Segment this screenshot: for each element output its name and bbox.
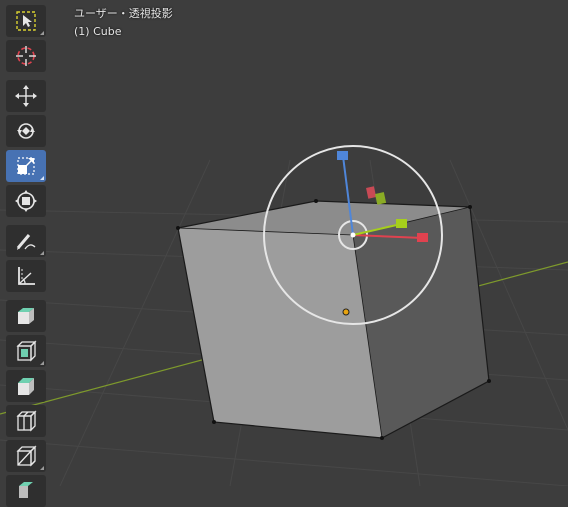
transform-icon	[15, 190, 37, 212]
add-cube-tool[interactable]	[6, 300, 46, 332]
origin-point	[342, 308, 350, 316]
tool-options-corner	[40, 251, 44, 255]
inset-tool[interactable]	[6, 370, 46, 402]
move-tool[interactable]	[6, 80, 46, 112]
gizmo-z-handle[interactable]	[337, 151, 348, 160]
cursor-icon	[15, 45, 37, 67]
scale-icon	[15, 155, 37, 177]
extrude-icon	[15, 340, 37, 362]
annotate-tool[interactable]	[6, 225, 46, 257]
inset-icon	[15, 375, 37, 397]
measure-tool[interactable]	[6, 260, 46, 292]
tool-options-corner	[40, 31, 44, 35]
tool-options-corner	[40, 466, 44, 470]
bevel-tool[interactable]	[6, 405, 46, 437]
gizmo-y-handle[interactable]	[396, 219, 407, 228]
tool-shelf	[6, 0, 46, 507]
object-label: (1) Cube	[74, 25, 122, 38]
measure-icon	[15, 265, 37, 287]
knife-icon	[15, 480, 37, 502]
select-box-tool[interactable]	[6, 5, 46, 37]
loop-cut-tool[interactable]	[6, 440, 46, 472]
rotate-tool[interactable]	[6, 115, 46, 147]
cube-mesh[interactable]	[176, 199, 491, 440]
add-cube-icon	[15, 305, 37, 327]
scale-tool[interactable]	[6, 150, 46, 182]
knife-tool[interactable]	[6, 475, 46, 507]
annotate-icon	[15, 230, 37, 252]
tool-options-corner	[40, 361, 44, 365]
gizmo-center-dot	[350, 232, 356, 238]
rotate-icon	[15, 120, 37, 142]
gizmo-x-handle[interactable]	[417, 233, 428, 242]
extrude-tool[interactable]	[6, 335, 46, 367]
view-name-label: ユーザー・透視投影	[74, 7, 173, 20]
tool-options-corner	[40, 176, 44, 180]
cursor-tool[interactable]	[6, 40, 46, 72]
move-icon	[15, 85, 37, 107]
select-box-icon	[15, 10, 37, 32]
cube-front-face	[178, 228, 382, 438]
loop-cut-icon	[15, 445, 37, 467]
3d-viewport[interactable]	[0, 0, 568, 486]
bevel-icon	[15, 410, 37, 432]
transform-tool[interactable]	[6, 185, 46, 217]
